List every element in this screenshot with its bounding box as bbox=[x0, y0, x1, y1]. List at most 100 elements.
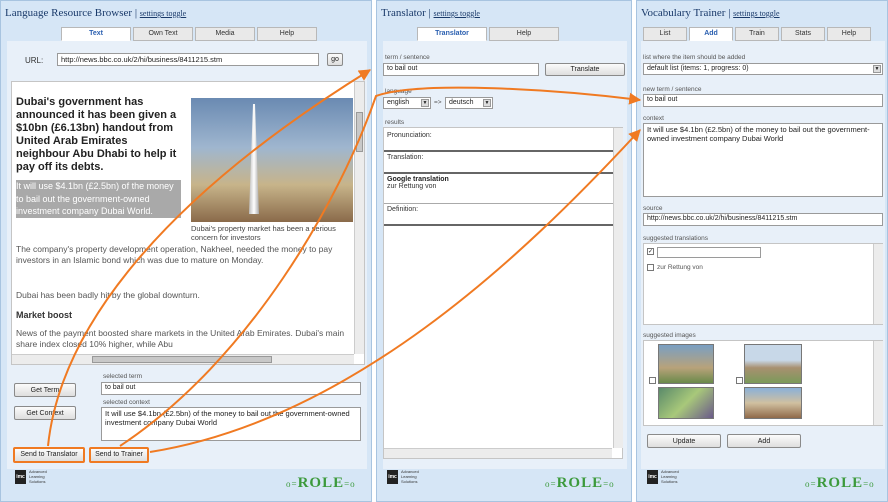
settings-toggle-link[interactable]: settings toggle bbox=[733, 9, 779, 18]
tab-translator[interactable]: Translator bbox=[417, 27, 487, 41]
imc-logo: imc Advanced Learning Solutions bbox=[15, 469, 47, 484]
new-term-input[interactable]: to bail out bbox=[643, 94, 883, 107]
translate-button[interactable]: Translate bbox=[545, 63, 625, 76]
article-highlighted-text[interactable]: It will use $4.1bn (£2.5bn) of the money… bbox=[16, 180, 181, 218]
article-paragraph: Dubai has been badly hit by the global d… bbox=[16, 290, 200, 300]
suggested-image[interactable] bbox=[744, 387, 802, 419]
target-language-select[interactable]: deutsch ▼ bbox=[445, 97, 493, 109]
new-term-label: new term / sentence bbox=[643, 86, 702, 93]
suggested-images-label: suggested images bbox=[643, 332, 696, 339]
settings-toggle-link[interactable]: settings toggle bbox=[140, 9, 186, 18]
panel-title-text: Vocabulary Trainer bbox=[641, 7, 726, 19]
tab-media[interactable]: Media bbox=[195, 27, 255, 41]
tab-bar: List Add Train Stats Help bbox=[643, 27, 871, 41]
selected-term-label: selected term bbox=[103, 373, 143, 380]
chevron-down-icon: ▼ bbox=[421, 99, 429, 107]
role-logo: ROLE bbox=[805, 475, 875, 492]
article-photo bbox=[191, 98, 353, 222]
send-to-trainer-button[interactable]: Send to Trainer bbox=[89, 447, 149, 463]
tab-stats[interactable]: Stats bbox=[781, 27, 825, 41]
translation-label: Translation: bbox=[387, 154, 424, 161]
suggestion-label: zur Rettung von bbox=[657, 264, 703, 271]
definition-section: Definition: bbox=[384, 204, 622, 226]
images-scrollbar[interactable] bbox=[873, 341, 883, 425]
results-box: Pronunciation: Translation: Google trans… bbox=[383, 127, 623, 459]
get-context-button[interactable]: Get Context bbox=[14, 406, 76, 420]
language-arrow: => bbox=[434, 99, 442, 106]
photo-caption: Dubai's property market has been a serio… bbox=[191, 224, 336, 242]
results-label: results bbox=[385, 119, 405, 126]
suggested-image[interactable] bbox=[744, 344, 802, 384]
role-logo: ROLE bbox=[545, 475, 615, 492]
suggested-translations-box: ✓ zur Rettung von bbox=[643, 243, 883, 325]
panel-title-text: Language Resource Browser bbox=[5, 7, 133, 19]
suggestion-checkbox-checked[interactable]: ✓ bbox=[647, 248, 654, 255]
suggested-images-box bbox=[643, 340, 883, 426]
tab-help[interactable]: Help bbox=[827, 27, 871, 41]
suggestion-input[interactable] bbox=[657, 247, 761, 258]
tab-train[interactable]: Train bbox=[735, 27, 779, 41]
term-input[interactable]: to bail out bbox=[383, 63, 539, 76]
scroll-thumb[interactable] bbox=[92, 356, 272, 363]
image-checkbox[interactable] bbox=[736, 377, 743, 384]
source-language-select[interactable]: english ▼ bbox=[383, 97, 431, 109]
translations-scrollbar[interactable] bbox=[873, 244, 883, 324]
article-subheading: Market boost bbox=[16, 310, 73, 320]
go-button[interactable]: go bbox=[327, 53, 343, 66]
vocabulary-trainer-panel: Vocabulary Trainer | settings toggle Lis… bbox=[636, 0, 888, 502]
update-button[interactable]: Update bbox=[647, 434, 721, 448]
definition-label: Definition: bbox=[387, 206, 419, 213]
panel-title: Vocabulary Trainer | settings toggle bbox=[641, 7, 780, 19]
article-paragraph: The company's property development opera… bbox=[16, 244, 333, 265]
chevron-down-icon: ▼ bbox=[873, 65, 881, 73]
list-select[interactable]: default list (items: 1, progress: 0) ▼ bbox=[643, 63, 883, 75]
results-horizontal-scrollbar[interactable] bbox=[384, 448, 612, 458]
google-translation-label: Google translation bbox=[387, 176, 449, 183]
translator-panel: Translator | settings toggle Translator … bbox=[376, 0, 632, 502]
tab-bar: Text Own Text Media Help bbox=[61, 27, 317, 41]
tab-add[interactable]: Add bbox=[689, 27, 733, 41]
google-translation-section: Google translation zur Rettung von bbox=[384, 174, 622, 204]
term-label: term / sentence bbox=[385, 54, 430, 61]
selected-context-field[interactable]: It will use $4.1bn (£2.5bn) of the money… bbox=[101, 407, 361, 441]
tab-text[interactable]: Text bbox=[61, 27, 131, 41]
context-label: context bbox=[643, 115, 664, 122]
selected-context-label: selected context bbox=[103, 399, 150, 406]
pronunciation-section: Pronunciation: bbox=[384, 130, 622, 152]
suggested-image[interactable] bbox=[658, 344, 714, 384]
send-to-translator-button[interactable]: Send to Translator bbox=[13, 447, 85, 463]
source-input[interactable]: http://news.bbc.co.uk/2/hi/business/8411… bbox=[643, 213, 883, 226]
url-label: URL: bbox=[25, 56, 44, 65]
translation-section: Translation: bbox=[384, 152, 622, 174]
imc-logo: imc Advanced Learning Solutions bbox=[647, 469, 679, 484]
selected-term-field[interactable]: to bail out bbox=[101, 382, 361, 395]
source-label: source bbox=[643, 205, 663, 212]
panel-title-text: Translator bbox=[381, 7, 426, 19]
panel-title: Translator | settings toggle bbox=[381, 7, 480, 19]
settings-toggle-link[interactable]: settings toggle bbox=[434, 9, 480, 18]
burj-tower-image bbox=[249, 104, 259, 214]
url-input[interactable]: http://news.bbc.co.uk/2/hi/business/8411… bbox=[57, 53, 319, 66]
tab-own-text[interactable]: Own Text bbox=[133, 27, 193, 41]
image-checkbox[interactable] bbox=[649, 377, 656, 384]
language-resource-browser-panel: Language Resource Browser | settings tog… bbox=[0, 0, 372, 502]
tab-help[interactable]: Help bbox=[489, 27, 559, 41]
suggested-translations-label: suggested translations bbox=[643, 235, 709, 242]
tab-list[interactable]: List bbox=[643, 27, 687, 41]
tab-bar: Translator Help bbox=[417, 27, 559, 41]
suggestion-checkbox[interactable] bbox=[647, 264, 654, 271]
context-textarea[interactable]: It will use $4.1bn (£2.5bn) of the money… bbox=[643, 123, 883, 197]
results-vertical-scrollbar[interactable] bbox=[613, 128, 623, 448]
get-term-button[interactable]: Get Term bbox=[14, 383, 76, 397]
article-paragraph: News of the payment boosted share market… bbox=[16, 328, 345, 349]
article-vertical-scrollbar[interactable] bbox=[354, 82, 364, 354]
article-lead: Dubai's government has announced it has … bbox=[16, 96, 177, 173]
suggested-image[interactable] bbox=[658, 387, 714, 419]
tab-help[interactable]: Help bbox=[257, 27, 317, 41]
article: Dubai's government has announced it has … bbox=[13, 94, 353, 354]
article-horizontal-scrollbar[interactable] bbox=[12, 354, 354, 364]
add-button[interactable]: Add bbox=[727, 434, 801, 448]
language-label: language bbox=[385, 88, 412, 95]
panel-title: Language Resource Browser | settings tog… bbox=[5, 7, 187, 19]
scroll-thumb[interactable] bbox=[356, 112, 363, 152]
